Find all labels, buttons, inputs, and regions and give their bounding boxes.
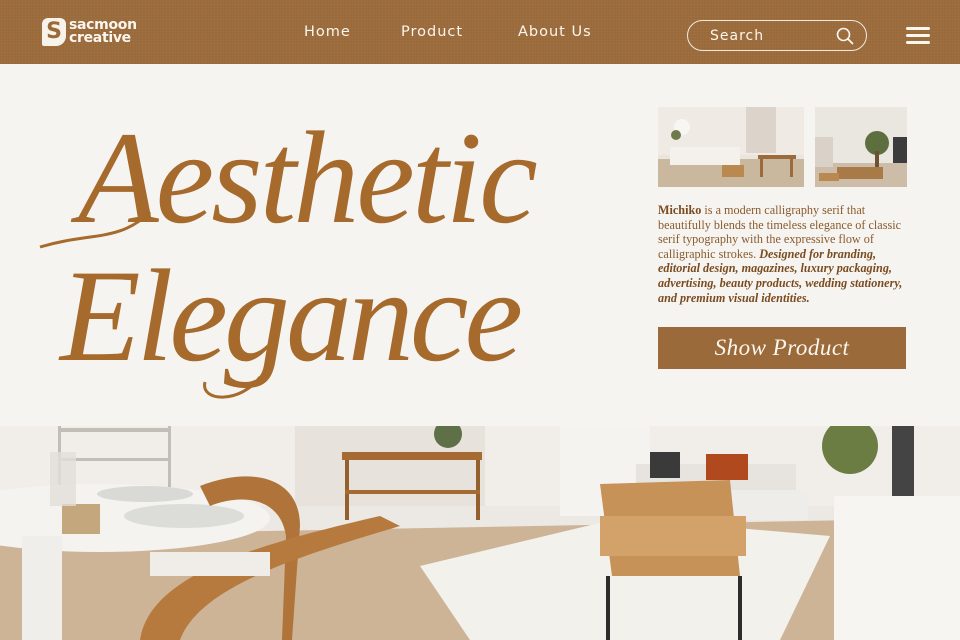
search-icon[interactable]	[836, 27, 854, 45]
room-photo-graphic	[0, 426, 960, 640]
living-room-thumbnail	[658, 107, 804, 187]
hero-title: Aesthetic Elegance	[30, 92, 590, 412]
hero-title-graphic: Aesthetic Elegance	[39, 104, 540, 399]
nav-home-link[interactable]: Home	[304, 24, 351, 40]
top-navigation-bar: S sacmoon creative Home Product About Us	[0, 0, 960, 64]
hamburger-menu-icon[interactable]	[906, 27, 930, 45]
thumbnail-image-1[interactable]	[658, 107, 804, 187]
search-box[interactable]	[687, 20, 867, 51]
font-name: Michiko	[658, 203, 702, 217]
hero-title-line-2: Elegance	[58, 242, 520, 389]
hero-title-line-1: Aesthetic	[70, 104, 537, 251]
nav-product-link[interactable]: Product	[401, 24, 463, 40]
nav-about-link[interactable]: About Us	[518, 24, 592, 40]
search-input[interactable]	[710, 27, 830, 45]
show-product-button[interactable]: Show Product	[658, 327, 906, 369]
thumbnail-image-2[interactable]	[815, 107, 907, 187]
product-description: Michiko is a modern calligraphy serif th…	[658, 203, 910, 305]
interior-thumbnail	[815, 107, 907, 187]
hero-room-photo	[0, 426, 960, 640]
